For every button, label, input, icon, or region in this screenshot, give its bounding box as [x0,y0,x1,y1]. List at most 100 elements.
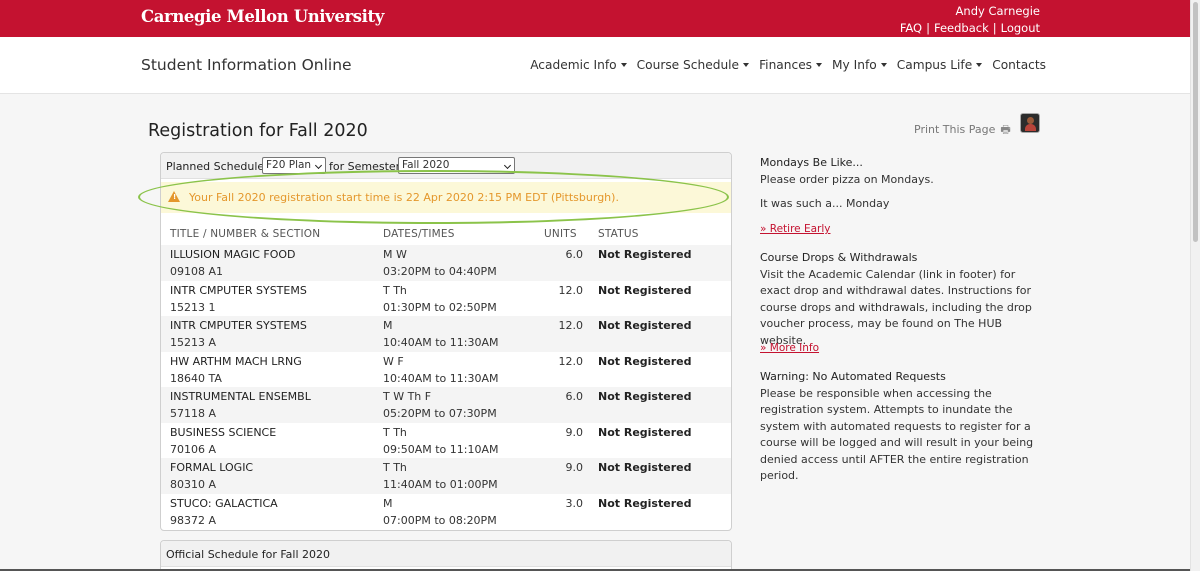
university-logo[interactable]: Carnegie Mellon University [141,7,384,26]
course-time: 01:30PM to 02:50PM [383,300,497,314]
plan-select-value: F20 Plan [266,159,312,171]
table-row: INTR CMPUTER SYSTEMS 15213 A M 10:40AM t… [161,316,731,352]
menu-course-schedule[interactable]: Course Schedule [637,58,750,72]
course-units: 12.0 [558,283,584,297]
table-row: HW ARTHM MACH LRNG 18640 TA W F 10:40AM … [161,352,731,388]
course-time: 05:20PM to 07:30PM [383,407,497,420]
table-row: FORMAL LOGIC 80310 A T Th 11:40AM to 01:… [161,458,731,494]
semester-label: for Semester [329,160,401,173]
sidebar-link-container: » More Info [760,340,1040,357]
sidebar-heading: Course Drops & Withdrawals [760,251,918,264]
course-title: INTR CMPUTER SYSTEMS [170,283,307,297]
top-bar: Carnegie Mellon University Andy Carnegie… [0,0,1190,37]
course-status: Not Registered [598,461,692,474]
course-number: 15213 A [170,336,217,349]
warning-icon: ! [168,191,180,202]
course-units: 12.0 [558,319,584,332]
registration-time-alert: ! Your Fall 2020 registration start time… [161,182,731,213]
course-number: 09108 A1 [170,265,224,278]
print-label: Print This Page [914,123,996,136]
course-time: 10:40AM to 11:30AM [383,371,499,385]
course-units: 9.0 [565,425,584,439]
sidebar-text: Please order pizza on Mondays. [760,172,934,186]
course-number: 57118 A [170,407,217,420]
course-time: 03:20PM to 04:40PM [383,265,497,278]
course-title: STUCO: GALACTICA [170,496,278,510]
course-units: 6.0 [565,248,584,261]
sidebar-text-monday: It was such a... Monday [760,197,890,210]
course-time: 07:00PM to 08:20PM [383,513,497,527]
course-days: T Th [383,461,407,474]
avatar[interactable] [1020,113,1040,133]
menu-label: Contacts [992,58,1046,72]
course-days: M [383,496,393,510]
course-days: M W [383,248,407,261]
menu-my-info[interactable]: My Info [832,58,887,72]
user-name: Andy Carnegie [955,4,1040,18]
caret-down-icon [743,62,750,67]
scrollbar-thumb[interactable] [1193,2,1198,242]
scrollbar[interactable] [1190,0,1200,571]
course-status: Not Registered [598,248,692,261]
site-title[interactable]: Student Information Online [141,56,352,74]
column-header-title: TITLE / NUMBER & SECTION [170,228,321,240]
sidebar-text: Please be responsible when accessing the… [760,386,1034,483]
course-days: M [383,319,393,332]
separator: | [992,21,997,35]
course-status: Not Registered [598,496,692,510]
course-status: Not Registered [598,425,692,439]
faq-link[interactable]: FAQ [900,21,922,35]
course-title: ILLUSION MAGIC FOOD [170,248,296,261]
course-days: W F [383,354,404,368]
menu-label: My Info [832,58,877,72]
sidebar-block-warning: Warning: No Automated Requests Please be… [760,369,1040,485]
sidebar-link-container: » Retire Early [760,221,1040,238]
chevron-down-icon [314,161,323,170]
official-schedule-label: Official Schedule for Fall 2020 [166,548,331,561]
course-title: BUSINESS SCIENCE [170,425,277,439]
planned-schedule-panel: Planned Schedule F20 Plan for Semester F… [160,152,732,531]
table-row: BUSINESS SCIENCE 70106 A T Th 09:50AM to… [161,423,731,459]
table-row: INTR CMPUTER SYSTEMS 15213 1 T Th 01:30P… [161,281,731,317]
printer-icon: 🖶 [1000,123,1011,136]
course-number: 70106 A [170,442,217,456]
panel-header: Planned Schedule F20 Plan for Semester F… [161,153,731,179]
course-days: T Th [383,425,407,439]
sidebar-block-mondays: Mondays Be Like... Please order pizza on… [760,155,1040,188]
sidebar-heading: Mondays Be Like... [760,156,863,169]
course-number: 15213 1 [170,300,216,314]
course-number: 18640 TA [170,371,222,385]
caret-down-icon [816,62,823,67]
plan-select[interactable]: F20 Plan [262,157,326,174]
separator: | [926,21,930,35]
menu-campus-life[interactable]: Campus Life [897,58,983,72]
menu-academic-info[interactable]: Academic Info [530,58,627,72]
print-page-link[interactable]: Print This Page 🖶 [914,121,1011,140]
menu-contacts[interactable]: Contacts [992,58,1046,72]
nav-bar: Student Information Online Academic Info… [0,37,1190,94]
course-status: Not Registered [598,390,692,403]
course-units: 3.0 [565,496,584,510]
course-units: 9.0 [565,461,584,474]
sidebar-heading: Warning: No Automated Requests [760,370,946,383]
planned-schedule-label: Planned Schedule [166,160,265,173]
retire-early-link[interactable]: » Retire Early [760,223,830,235]
feedback-link[interactable]: Feedback [934,21,989,35]
menu-label: Finances [759,58,813,72]
table-row: STUCO: GALACTICA 98372 A M 07:00PM to 08… [161,494,731,530]
course-units: 6.0 [565,390,584,403]
menu-finances[interactable]: Finances [759,58,823,72]
logout-link[interactable]: Logout [1001,21,1040,35]
sidebar-block-drops: Course Drops & Withdrawals Visit the Aca… [760,250,1040,349]
table-row: ILLUSION MAGIC FOOD 09108 A1 M W 03:20PM… [161,245,731,281]
semester-select[interactable]: Fall 2020 [398,157,515,174]
column-header-status: STATUS [598,228,639,240]
panel-header: Official Schedule for Fall 2020 [161,541,731,567]
course-units: 12.0 [558,354,584,368]
course-title: FORMAL LOGIC [170,461,254,474]
course-status: Not Registered [598,354,692,368]
alert-text: Your Fall 2020 registration start time i… [189,191,619,204]
more-info-link[interactable]: » More Info [760,342,819,354]
chevron-down-icon [503,161,512,170]
course-status: Not Registered [598,319,692,332]
